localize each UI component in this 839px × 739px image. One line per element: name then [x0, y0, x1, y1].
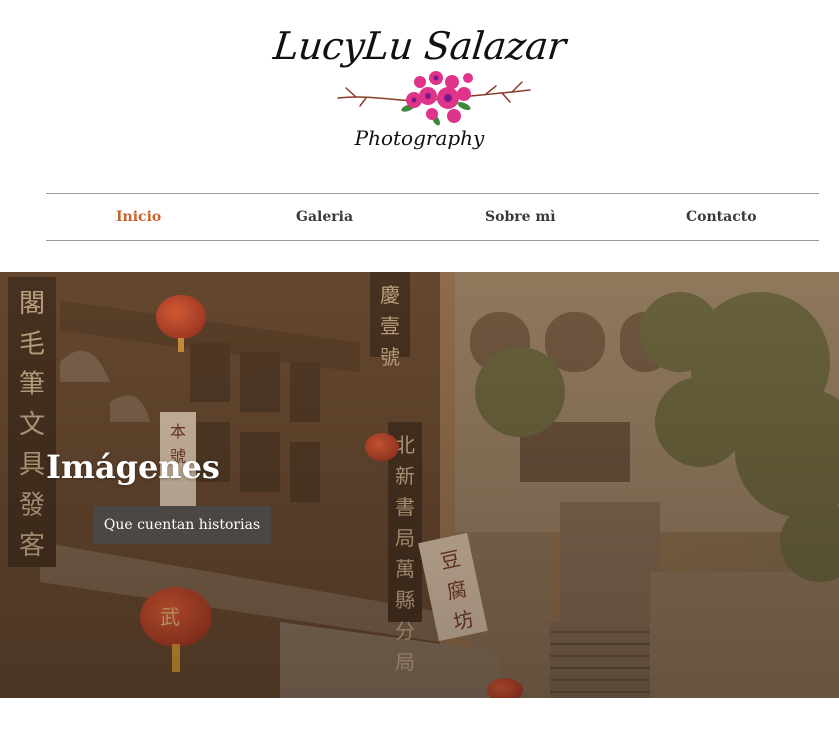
logo-name: LucyLu Salazar — [271, 24, 568, 68]
hero-title: Imágenes — [46, 448, 220, 486]
logo-subtitle: Photography — [354, 126, 485, 150]
nav-item-galeria[interactable]: Galeria — [296, 194, 353, 240]
stories-button[interactable]: Que cuentan historias — [93, 506, 271, 544]
site-logo[interactable]: LucyLu Salazar Photography — [0, 0, 839, 180]
nav-item-contacto[interactable]: Contacto — [686, 194, 757, 240]
cherry-blossom-icon — [337, 71, 531, 126]
nav-item-inicio[interactable]: Inicio — [116, 194, 161, 240]
nav-item-sobre-mi[interactable]: Sobre mì — [485, 194, 556, 240]
main-nav: Inicio Galeria Sobre mì Contacto — [46, 193, 819, 241]
hero-banner: 閣毛筆文具發客 慶壹號 北新書局萬縣分局 豆腐坊 本號 武 Imágenes Q… — [0, 272, 839, 698]
